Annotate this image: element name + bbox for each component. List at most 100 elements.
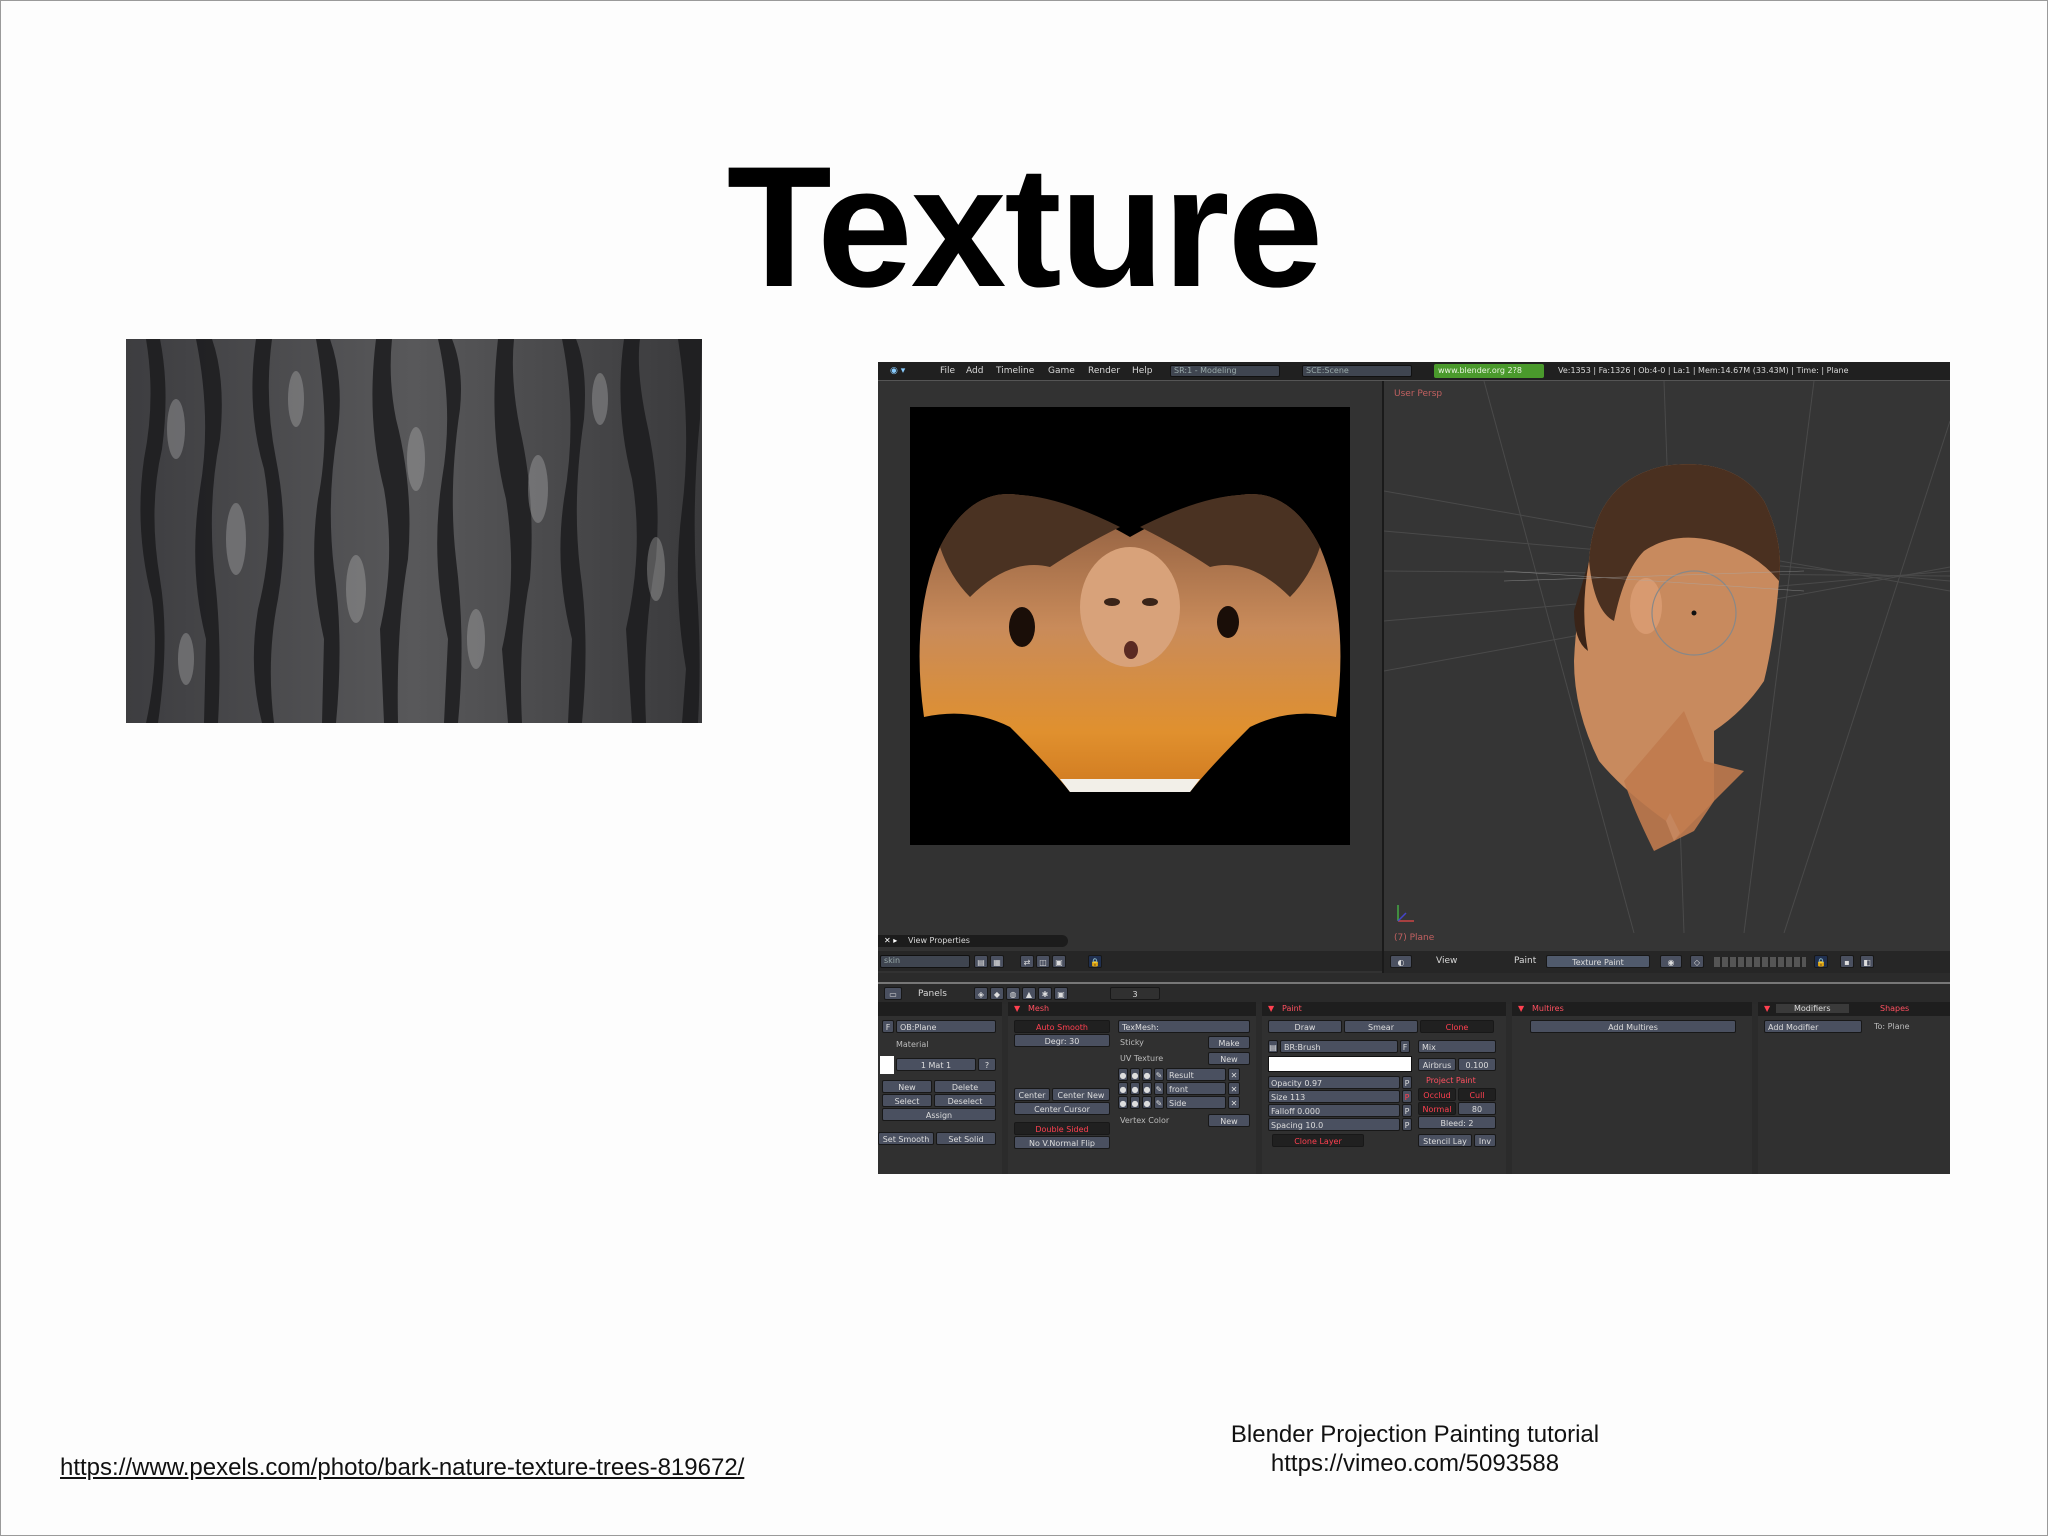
image-pack-icon[interactable]: ▦ — [990, 955, 1004, 968]
view-type-icon[interactable]: ◐ — [1390, 955, 1412, 968]
menu-file[interactable]: File — [940, 366, 955, 376]
uv-layer2-brush-icon[interactable]: ✎ — [1154, 1082, 1164, 1095]
brush-color-swatch[interactable] — [1268, 1056, 1412, 1072]
uv-layer2-render-icon[interactable]: ● — [1130, 1082, 1140, 1095]
brush-fake-user-button[interactable]: F — [1400, 1040, 1410, 1053]
material-assign-button[interactable]: Assign — [882, 1108, 996, 1121]
paint-smear-button[interactable]: Smear — [1344, 1020, 1418, 1033]
vertex-color-new-button[interactable]: New — [1208, 1114, 1250, 1127]
occlude-toggle[interactable]: Occlud — [1418, 1088, 1456, 1101]
material-deselect-button[interactable]: Deselect — [934, 1094, 996, 1107]
material-delete-button[interactable]: Delete — [934, 1080, 996, 1093]
scene-icon[interactable]: ▣ — [1054, 987, 1068, 1000]
image-browse-icon[interactable]: ▤ — [974, 955, 988, 968]
double-sided-toggle[interactable]: Double Sided — [1014, 1122, 1110, 1135]
material-help-button[interactable]: ? — [978, 1058, 996, 1071]
window-type-icon[interactable]: ▭ — [884, 987, 902, 1000]
uv-layer3-brush-icon[interactable]: ✎ — [1154, 1096, 1164, 1109]
uv-layer-delete-icon[interactable]: ✕ — [1228, 1068, 1240, 1081]
set-smooth-button[interactable]: Set Smooth — [878, 1132, 934, 1145]
pivot-icon[interactable]: ◇ — [1690, 955, 1704, 968]
center-button[interactable]: Center — [1014, 1088, 1050, 1101]
material-color-swatch[interactable] — [880, 1056, 894, 1074]
material-index-stepper[interactable]: 1 Mat 1 — [896, 1058, 976, 1071]
menu-add[interactable]: Add — [966, 366, 983, 376]
uv-texture-new-button[interactable]: New — [1208, 1052, 1250, 1065]
uv-layer3-render-icon[interactable]: ● — [1130, 1096, 1140, 1109]
uv-lock-icon[interactable]: 🔒 — [1088, 955, 1102, 968]
add-modifier-menu[interactable]: Add Modifier — [1764, 1020, 1862, 1033]
blender-logo-icon[interactable]: ◉ ▾ — [890, 366, 905, 376]
uv-image-editor[interactable]: ✕ ▸ View Properties skin ▤ ▦ ⇄ ◫ ▣ 🔒 — [878, 381, 1384, 973]
uv-layer-name-side[interactable]: Side — [1166, 1096, 1226, 1109]
3d-viewport[interactable]: User Persp (7) Plane ◐ View Paint Textur… — [1384, 381, 1950, 973]
opacity-pressure-button[interactable]: P — [1402, 1076, 1412, 1089]
center-new-button[interactable]: Center New — [1052, 1088, 1110, 1101]
uv-layer3-delete-icon[interactable]: ✕ — [1228, 1096, 1240, 1109]
uv-layer-clone-icon[interactable]: ● — [1142, 1068, 1152, 1081]
uv-select-icon[interactable]: ◫ — [1036, 955, 1050, 968]
screen-selector[interactable]: SR:1 - Modeling — [1170, 365, 1280, 377]
tab-modifiers[interactable]: Modifiers — [1776, 1004, 1849, 1013]
image-selector[interactable]: skin — [880, 955, 970, 968]
uv-layer-active-icon[interactable]: ● — [1118, 1068, 1128, 1081]
view-properties-bar[interactable]: ✕ ▸ View Properties — [878, 935, 1068, 947]
uv-layer-render-icon[interactable]: ● — [1130, 1068, 1140, 1081]
falloff-slider[interactable]: Falloff 0.000 — [1268, 1104, 1400, 1117]
add-multires-button[interactable]: Add Multires — [1530, 1020, 1736, 1033]
clone-layer-toggle[interactable]: Clone Layer — [1272, 1134, 1364, 1147]
set-solid-button[interactable]: Set Solid — [936, 1132, 996, 1145]
stencil-layer-toggle[interactable]: Stencil Lay — [1418, 1134, 1472, 1147]
photo-credit-link[interactable]: https://www.pexels.com/photo/bark-nature… — [60, 1454, 744, 1482]
falloff-pressure-button[interactable]: P — [1402, 1104, 1412, 1117]
camera-icon[interactable]: ◧ — [1860, 955, 1874, 968]
layer-buttons[interactable] — [1714, 957, 1806, 967]
bleed-stepper[interactable]: Bleed: 2 — [1418, 1116, 1496, 1129]
material-new-button[interactable]: New — [882, 1080, 932, 1093]
brush-browse-icon[interactable]: ▤ — [1268, 1040, 1278, 1053]
script-icon[interactable]: ◆ — [990, 987, 1004, 1000]
fake-user-button[interactable]: F — [882, 1020, 894, 1033]
frame-stepper[interactable]: 3 — [1110, 987, 1160, 1000]
blend-mode-select[interactable]: Mix — [1418, 1040, 1496, 1053]
scene-selector[interactable]: SCE:Scene — [1302, 365, 1412, 377]
collapse-arrows-icon[interactable]: ✕ ▸ — [884, 936, 897, 945]
auto-smooth-toggle[interactable]: Auto Smooth — [1014, 1020, 1110, 1033]
no-v-normal-flip-toggle[interactable]: No V.Normal Flip — [1014, 1136, 1110, 1149]
tab-shapes[interactable]: Shapes — [1880, 1004, 1909, 1013]
uv-layer-name-front[interactable]: front — [1166, 1082, 1226, 1095]
degree-slider[interactable]: Degr: 30 — [1014, 1034, 1110, 1047]
shading-icon[interactable]: ◍ — [1006, 987, 1020, 1000]
airbrush-toggle[interactable]: Airbrus — [1418, 1058, 1456, 1071]
object-icon[interactable]: ▲ — [1022, 987, 1036, 1000]
normal-toggle[interactable]: Normal — [1418, 1102, 1456, 1115]
paint-menu[interactable]: Paint — [1514, 956, 1536, 966]
lock-icon[interactable]: 🔒 — [1814, 955, 1828, 968]
uv-sync-icon[interactable]: ⇄ — [1020, 955, 1034, 968]
menu-timeline[interactable]: Timeline — [996, 366, 1034, 376]
uv-layer2-active-icon[interactable]: ● — [1118, 1082, 1128, 1095]
size-pressure-button[interactable]: P — [1402, 1090, 1412, 1103]
editing-icon[interactable]: ✱ — [1038, 987, 1052, 1000]
opacity-slider[interactable]: Opacity 0.97 — [1268, 1076, 1400, 1089]
normal-angle-field[interactable]: 80 — [1458, 1102, 1496, 1115]
panels-menu[interactable]: Panels — [918, 989, 947, 999]
center-cursor-button[interactable]: Center Cursor — [1014, 1102, 1110, 1115]
material-select-button[interactable]: Select — [882, 1094, 932, 1107]
airbrush-rate-field[interactable]: 0.100 — [1458, 1058, 1496, 1071]
paint-clone-button[interactable]: Clone — [1420, 1020, 1494, 1033]
uv-layer2-delete-icon[interactable]: ✕ — [1228, 1082, 1240, 1095]
view-menu[interactable]: View — [1436, 956, 1457, 966]
uv-texture-image[interactable] — [910, 407, 1350, 845]
uv-layer3-active-icon[interactable]: ● — [1118, 1096, 1128, 1109]
menu-render[interactable]: Render — [1088, 366, 1120, 376]
menu-game[interactable]: Game — [1048, 366, 1075, 376]
sticky-make-button[interactable]: Make — [1208, 1036, 1250, 1049]
spacing-slider[interactable]: Spacing 10.0 — [1268, 1118, 1400, 1131]
paint-draw-button[interactable]: Draw — [1268, 1020, 1342, 1033]
spacing-pressure-button[interactable]: P — [1402, 1118, 1412, 1131]
stencil-invert-toggle[interactable]: Inv — [1474, 1134, 1496, 1147]
mode-selector[interactable]: Texture Paint — [1546, 955, 1650, 968]
uv-layer3-clone-icon[interactable]: ● — [1142, 1096, 1152, 1109]
uv-sticky-icon[interactable]: ▣ — [1052, 955, 1066, 968]
